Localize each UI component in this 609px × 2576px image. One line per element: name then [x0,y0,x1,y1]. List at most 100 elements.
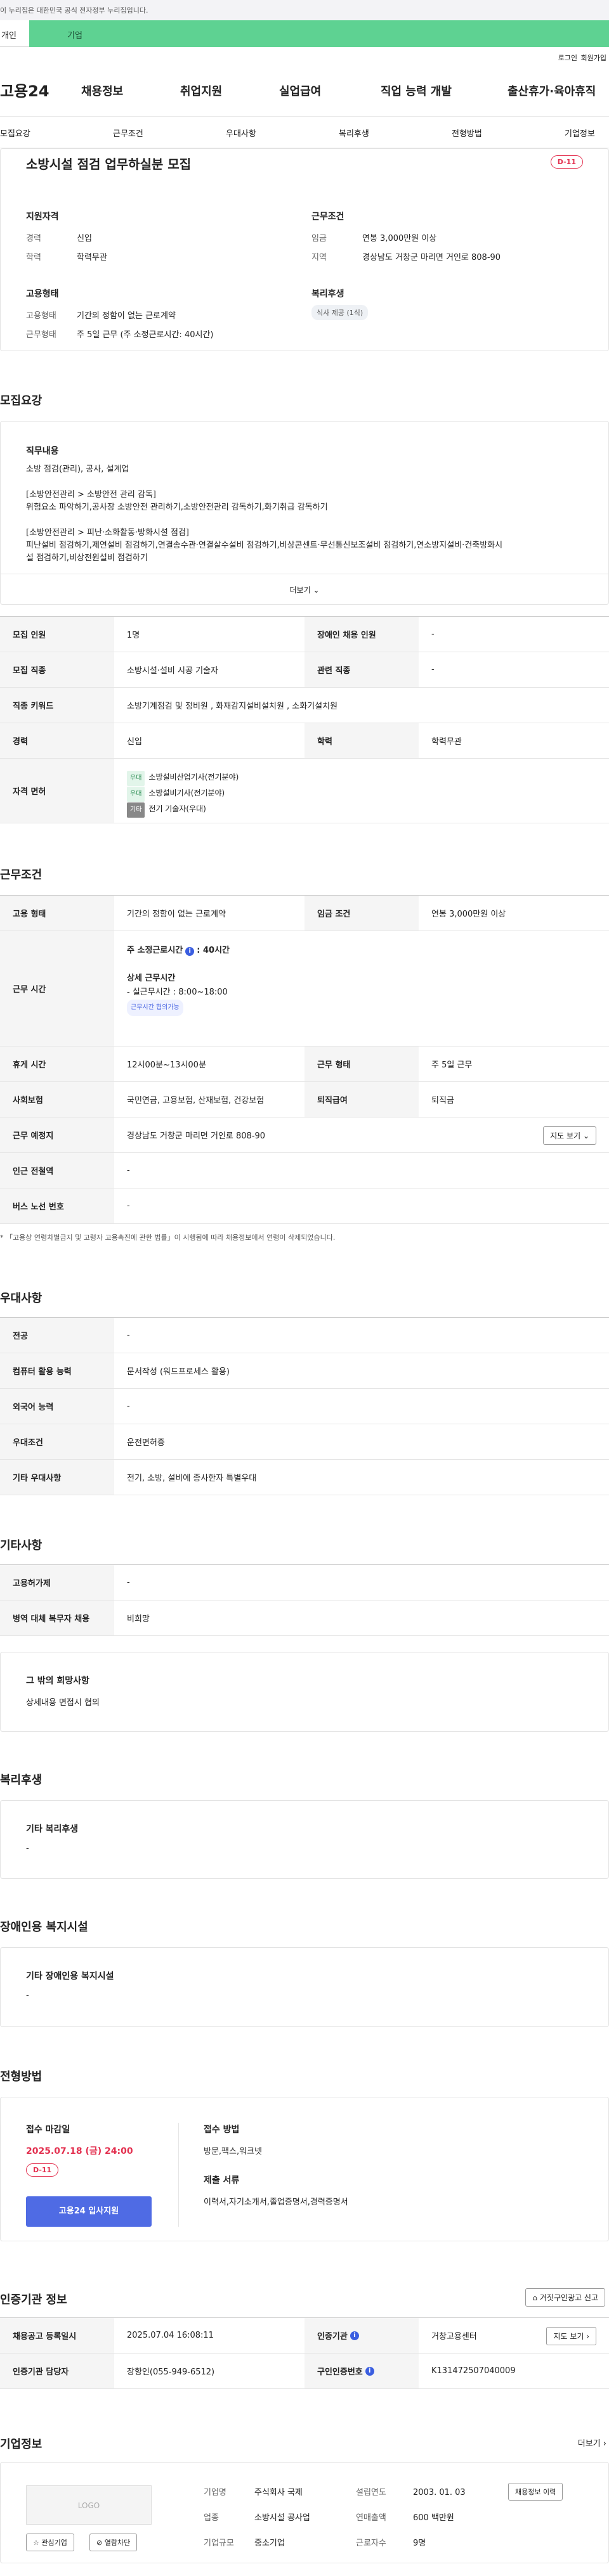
select-title: 전형방법 [0,2070,43,2083]
job-title: 소방시설 점검 업무하실분 모집 [26,157,192,172]
welfare-title: 복리후생 [311,289,344,299]
pref-table: 전공 - 컴퓨터 활용 능력 문서작성 (워드프로세스 활용) 외국어 능력 - 우대… [0,1317,609,1495]
map-button[interactable]: 지도 보기 ⌄ [543,1126,596,1145]
docs-title: 제출 서류 [204,2175,240,2186]
utility-bar: 로그인 회원가입 [0,47,609,66]
welfare-card: 기타 복리후생 - [0,1800,609,1879]
snb-selection[interactable]: 전형방법 [452,127,482,139]
table-row: 전공 - [0,1318,609,1353]
table-row: 모집 직종 소방시설·설비 시공 기술자 관련 직종 - [0,652,609,688]
company-logo: LOGO [26,2485,152,2525]
table-row: 고용허가제 - [0,1565,609,1600]
deadline-value: 2025.07.18 (금) 24:00 [26,2146,133,2156]
table-row: 병역 대체 복무자 채용 비희망 [0,1600,609,1636]
company-title: 기업정보 [0,2438,43,2451]
snb-company[interactable]: 기업정보 [565,127,595,139]
company-employees: 근로자수 9명 [356,2539,426,2548]
agency-title: 인증기관 정보 [0,2293,67,2307]
table-row: 버스 노선 번호 - [0,1188,609,1224]
gnb-unemployment[interactable]: 실업급여 [279,82,321,99]
welfare-section-title: 복리후생 [0,1774,43,1787]
snb-work[interactable]: 근무조건 [113,127,143,139]
job-history-button[interactable]: 채용정보 이력 [508,2483,563,2501]
snb-recruit[interactable]: 모집요강 [0,127,30,139]
table-row: 채용공고 등록일시 2025.07.04 16:08:11 인증기관 i 거창고용센터… [0,2318,609,2354]
pref-title: 우대사항 [0,1292,43,1305]
location: 지역 경상남도 거창군 마리면 거인로 808-90 [311,253,501,262]
table-row-hours: 근무 시간 주 소정근로시간 i: 40시간 상세 근무시간 - 실근무시간 : … [0,931,609,1046]
recruit-title: 모집요강 [0,394,43,408]
tab-business[interactable]: 기업 [29,20,609,47]
table-row: 고용 형태 기간의 정함이 없는 근로계약 임금 조건 연봉 3,000만원 이상 [0,896,609,931]
agency-table: 채용공고 등록일시 2025.07.04 16:08:11 인증기관 i 거창고용센터… [0,2317,609,2389]
other-title: 그 밖의 희망사항 [26,1676,89,1686]
join-link[interactable]: 회원가입 [581,53,606,63]
select-dday: D-11 [26,2163,59,2177]
welfare-chip: 식사 제공 (1식) [311,305,369,320]
disab-box-value: - [26,1991,29,2000]
career: 경력 신입 [26,234,92,243]
docs-value: 이력서,자기소개서,졸업증명서,경력증명서 [204,2198,348,2207]
tab-individual[interactable]: 개인 [0,20,29,47]
disab-title: 장애인용 복지시설 [0,1921,88,1934]
table-row: 경력 신입 학력 학력무관 [0,723,609,759]
company-more-link[interactable]: 더보기 › [578,2437,606,2449]
work-table: 고용 형태 기간의 정함이 없는 근로계약 임금 조건 연봉 3,000만원 이상 … [0,895,609,1224]
company-name: 기업명 주식회사 국제 [204,2488,303,2497]
emp-title: 고용형태 [26,289,59,299]
user-type-tabs: 개인 기업 [0,20,609,47]
table-row: 우대조건 운전면허증 [0,1424,609,1460]
wage: 임금 연봉 3,000만원 이상 [311,234,437,243]
method-title: 접수 방법 [204,2125,240,2135]
snb-pref[interactable]: 우대사항 [226,127,256,139]
disab-box-title: 기타 장애인용 복지시설 [26,1971,114,1981]
deadline-title: 접수 마감일 [26,2125,70,2135]
company-sales: 연매출액 600 백만원 [356,2513,454,2523]
report-button[interactable]: ⌂ 거짓구인광고 신고 [525,2288,605,2307]
gnb-parental-leave[interactable]: 출산휴가·육아휴직 [508,82,596,99]
gnb-jobs[interactable]: 채용정보 [81,82,123,99]
info-icon[interactable]: i [350,2331,359,2340]
work-type: 근무형태 주 5일 근무 (주 소정근로시간: 40시간) [26,330,214,340]
gnb-training[interactable]: 직업 능력 개발 [381,82,452,99]
table-row: 인증기관 담당자 장향인(055-949-6512) 구인인증번호 i K131472… [0,2354,609,2389]
table-row: 인근 전철역 - [0,1153,609,1188]
table-row: 휴게 시간 12시00분~13시00분 근무 형태 주 5일 근무 [0,1046,609,1082]
section-nav: 모집요강 근무조건 우대사항 복리후생 전형방법 기업정보 [0,117,609,148]
info-icon[interactable]: i [365,2366,374,2376]
gnb-employment-support[interactable]: 취업지원 [180,82,222,99]
cond-title: 근무조건 [311,212,344,222]
etc-title: 기타사항 [0,1539,43,1552]
age-note: * 「고용상 연령차별금지 및 고령자 고용촉진에 관한 법률」이 시행됨에 따… [0,1233,336,1242]
agency-map-button[interactable]: 지도 보기 › [546,2327,596,2345]
welfare-box-title: 기타 복리후생 [26,1824,79,1834]
login-link[interactable]: 로그인 [558,53,577,63]
duty-card: 직무내용 소방 점검(관리), 공사, 설계업 [소방안전관리 > 소방안전 관… [0,421,609,605]
table-row: 외국어 능력 - [0,1389,609,1424]
dday-badge: D-11 [550,155,583,169]
emp-type: 고용형태 기간의 정함이 없는 근로계약 [26,311,176,321]
company-card: LOGO ☆ 관심기업 ⊘ 열람차단 기업명 주식회사 국제 업종 소방시설 공사업… [0,2462,609,2563]
company-year: 설립연도 2003. 01. 03 [356,2488,466,2497]
site-logo[interactable]: 고용24 [0,79,49,101]
more-button[interactable]: 더보기 ⌄ [1,574,608,604]
block-button[interactable]: ⊘ 열람차단 [89,2534,138,2551]
select-card: 접수 마감일 2025.07.18 (금) 24:00 D-11 고용24 입사… [0,2097,609,2241]
table-row: 직종 키워드 소방기계점검 및 정비원 , 화재감지설비설치원 , 소화기설치원 [0,688,609,723]
table-row-license: 자격 면허 우대 소방설비산업기사(전기분야) 우대 소방설비기사(전기분야) 기타… [0,759,609,823]
snb-welfare[interactable]: 복리후생 [339,127,369,139]
education: 학력 학력무관 [26,253,107,262]
info-icon[interactable]: i [185,947,195,956]
duty-title: 직무내용 [26,446,59,456]
other-value: 상세내용 면접시 협의 [26,1698,100,1708]
job-summary-card: 소방시설 점검 업무하실분 모집 D-11 지원자격 경력 신입 학력 학력무관 근… [0,148,609,351]
welfare-box-value: - [26,1844,29,1853]
recruit-table: 모집 인원 1명 장애인 채용 인원 - 모집 직종 소방시설·설비 시공 기술자 관… [0,616,609,823]
disab-card: 기타 장애인용 복지시설 - [0,1947,609,2027]
duty-text: 소방 점검(관리), 공사, 설계업 [소방안전관리 > 소방안전 관리 감독]… [26,465,503,563]
apply-button[interactable]: 고용24 입사지원 [26,2196,152,2227]
favorite-button[interactable]: ☆ 관심기업 [26,2534,74,2551]
table-row: 컴퓨터 활용 능력 문서작성 (워드프로세스 활용) [0,1353,609,1389]
work-title: 근무조건 [0,868,43,882]
table-row: 사회보험 국민연금, 고용보험, 산재보험, 건강보험 퇴직급여 퇴직금 [0,1082,609,1117]
